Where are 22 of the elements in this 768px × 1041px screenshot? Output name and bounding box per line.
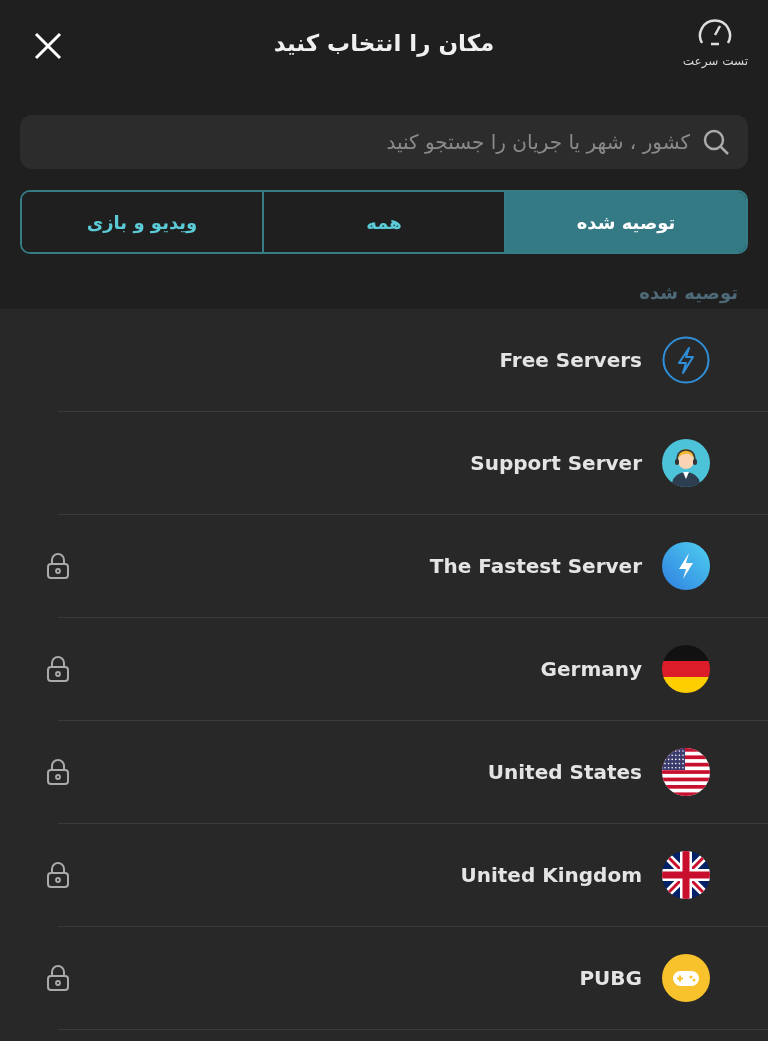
section-title: توصیه شده — [638, 282, 739, 303]
support-agent-icon — [662, 439, 710, 487]
server-name[interactable]: Free Servers — [499, 348, 642, 372]
server-name[interactable]: United Kingdom — [460, 863, 642, 887]
page-title: مکان را انتخاب کنید — [273, 30, 495, 56]
gamepad-icon — [662, 954, 710, 1002]
tab[interactable]: توصیه شده — [504, 192, 746, 252]
lightning-icon — [662, 542, 710, 590]
server-name[interactable]: Germany — [540, 657, 642, 681]
speed-test-button[interactable]: تست سرعت — [682, 16, 748, 68]
close-button[interactable] — [32, 30, 64, 62]
server-name[interactable]: Support Server — [470, 451, 642, 475]
flag-icon — [662, 645, 710, 693]
flag-icon — [662, 748, 710, 796]
lightning-icon — [662, 336, 710, 384]
server-name[interactable]: The Fastest Server — [429, 554, 642, 578]
server-name[interactable]: PUBG — [579, 966, 642, 990]
speedometer-icon — [697, 16, 734, 48]
search-field[interactable]: کشور ، شهر یا جریان را جستجو کنید — [20, 115, 748, 169]
flag-icon — [662, 851, 710, 899]
server-name[interactable]: United States — [487, 760, 642, 784]
search-icon — [702, 128, 730, 156]
